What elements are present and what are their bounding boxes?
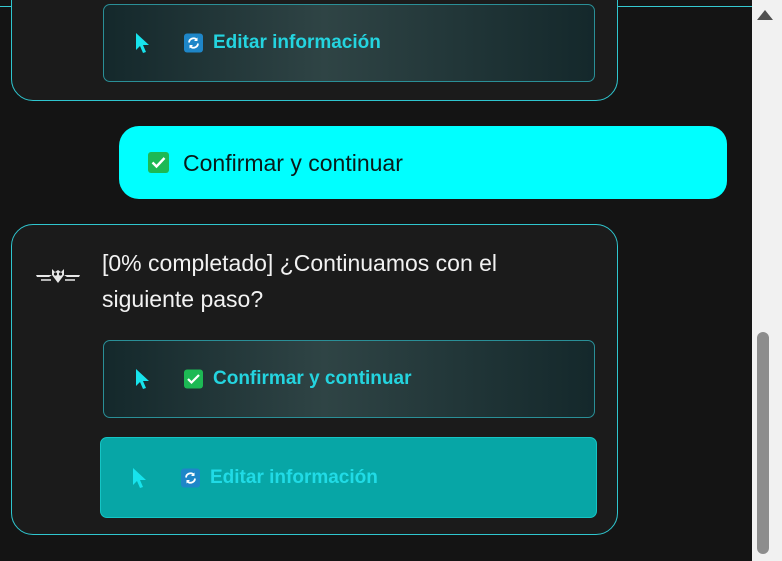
confirm-continue-label: Confirmar y continuar [213, 368, 412, 389]
bot-card-previous: Editar información [11, 0, 618, 101]
owl-logo [36, 269, 80, 283]
checkmark-icon [184, 369, 203, 389]
cursor-icon [133, 467, 146, 488]
user-message-bubble: Confirmar y continuar [119, 126, 727, 199]
confirm-continue-option[interactable]: Confirmar y continuar [103, 340, 595, 418]
edit-info-option-hover[interactable]: Editar información [100, 437, 597, 518]
bot-card: [0% completado] ¿Continuamos con el sigu… [11, 224, 618, 535]
sync-icon [184, 33, 203, 53]
vertical-scrollbar[interactable] [752, 0, 782, 561]
bot-message-text: [0% completado] ¿Continuamos con el sigu… [102, 250, 498, 312]
cursor-icon [136, 369, 149, 389]
user-message-text: Confirmar y continuar [183, 150, 403, 176]
cursor-icon [136, 33, 149, 53]
edit-info-label: Editar información [210, 466, 378, 488]
checkmark-icon [148, 152, 169, 173]
sync-icon [181, 468, 200, 487]
edit-info-option[interactable]: Editar información [103, 4, 595, 82]
scroll-up-arrow-icon[interactable] [757, 10, 773, 20]
scrollbar-thumb[interactable] [757, 332, 769, 554]
edit-info-label: Editar información [213, 32, 381, 53]
